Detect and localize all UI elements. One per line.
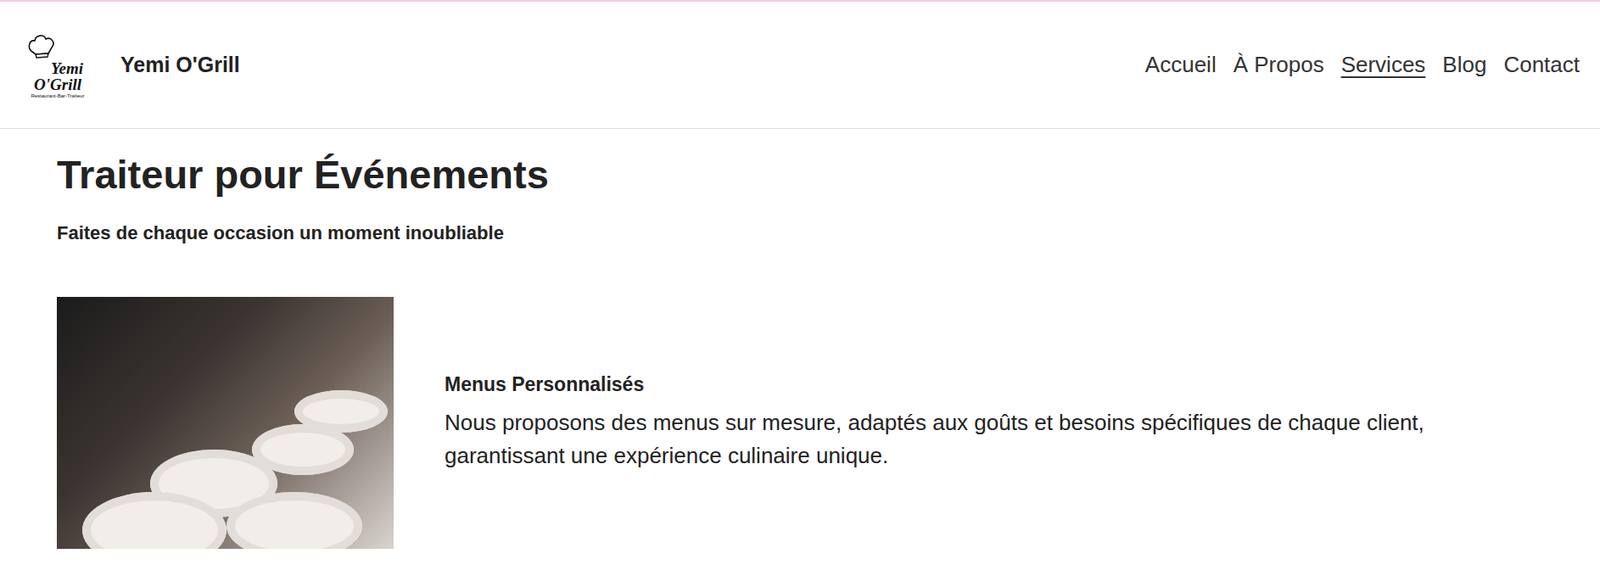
plate-shape (294, 390, 388, 433)
brand[interactable]: YemiO'GrillRestaurant-Bar-Traiteur Yemi … (25, 31, 241, 100)
logo[interactable]: YemiO'GrillRestaurant-Bar-Traiteur (25, 31, 90, 100)
logo-tagline: Restaurant-Bar-Traiteur (30, 92, 84, 100)
service-photo (56, 296, 394, 549)
page-subtitle: Faites de chaque occasion un moment inou… (56, 222, 1544, 245)
page-title: Traiteur pour Événements (56, 151, 1544, 199)
nav-link[interactable]: Contact (1503, 48, 1580, 82)
brand-name[interactable]: Yemi O'Grill (120, 52, 241, 78)
main-nav: Accueil À Propos Services Blog Contact (1145, 48, 1580, 82)
service-text: Menus Personnalisés Nous proposons des me… (444, 373, 1463, 473)
service-heading: Menus Personnalisés (444, 373, 1463, 397)
service-item: Menus Personnalisés Nous proposons des me… (56, 296, 1544, 549)
logo-line: Yemi (50, 60, 84, 77)
nav-link[interactable]: Accueil (1145, 48, 1217, 82)
services-list: Menus Personnalisés Nous proposons des me… (56, 296, 1544, 549)
service-description: Nous proposons des menus sur mesure, ada… (444, 406, 1463, 473)
logo-line: O'Grill (33, 76, 82, 93)
nav-link[interactable]: Services (1341, 48, 1427, 82)
nav-link[interactable]: Blog (1442, 48, 1487, 82)
content: Traiteur pour Événements Faites de chaqu… (0, 128, 1600, 549)
site-header: YemiO'GrillRestaurant-Bar-Traiteur Yemi … (0, 1, 1600, 129)
plate-shape (226, 492, 363, 549)
nav-link[interactable]: À Propos (1233, 48, 1325, 82)
